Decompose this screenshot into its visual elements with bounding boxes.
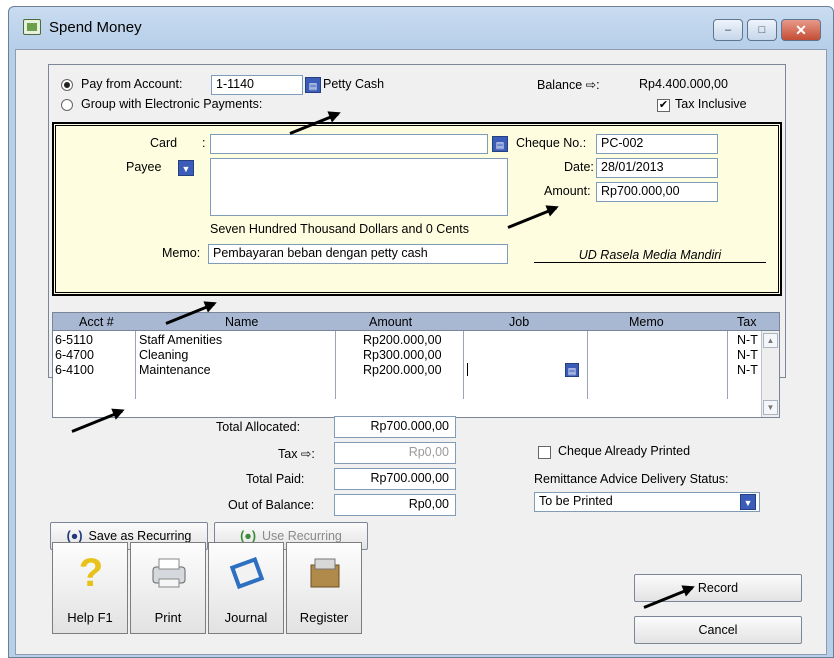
out-of-balance-label: Out of Balance: bbox=[228, 498, 315, 512]
row-tax: N-T bbox=[737, 348, 758, 362]
total-paid-value: Rp700.000,00 bbox=[334, 468, 456, 490]
row-acct: 6-5110 bbox=[55, 333, 93, 347]
total-allocated-label: Total Allocated: bbox=[216, 420, 301, 434]
remittance-dropdown-icon[interactable]: ▼ bbox=[740, 494, 756, 510]
register-icon bbox=[305, 553, 345, 593]
row-acct: 6-4100 bbox=[55, 363, 94, 377]
register-button[interactable]: Register bbox=[286, 542, 362, 634]
help-icon: ? bbox=[78, 551, 104, 595]
col-name: Name bbox=[225, 315, 259, 329]
memo-label: Memo: bbox=[162, 246, 201, 260]
out-of-balance-value: Rp0,00 bbox=[334, 494, 456, 516]
printer-icon bbox=[149, 553, 189, 593]
row-amount: Rp300.000,00 bbox=[363, 348, 442, 362]
total-paid-label: Total Paid: bbox=[246, 472, 305, 486]
row-name: Cleaning bbox=[139, 348, 189, 362]
use-recurring-label: Use Recurring bbox=[262, 529, 342, 543]
cheque-printed-checkbox[interactable] bbox=[538, 446, 551, 459]
row-tax: N-T bbox=[737, 333, 758, 347]
table-row[interactable]: 6-4700 Cleaning Rp300.000,00 N-T bbox=[53, 348, 761, 363]
scroll-up-icon[interactable]: ▲ bbox=[763, 333, 778, 348]
cheque-printed-label: Cheque Already Printed bbox=[558, 444, 691, 458]
company-name: UD Rasela Media Mandiri bbox=[534, 248, 766, 263]
help-label: Help F1 bbox=[67, 610, 113, 625]
card-colon: : bbox=[202, 136, 206, 150]
payee-label: Payee bbox=[126, 160, 162, 174]
cheque-no-field[interactable]: PC-002 bbox=[596, 134, 718, 154]
row-tax: N-T bbox=[737, 363, 758, 377]
use-recurring-icon: (●) bbox=[240, 529, 256, 543]
card-field[interactable] bbox=[210, 134, 488, 154]
close-button[interactable]: ✕ bbox=[781, 19, 821, 41]
account-name: Petty Cash bbox=[323, 77, 385, 91]
payee-field[interactable] bbox=[210, 158, 508, 216]
app-icon bbox=[23, 19, 41, 35]
col-job: Job bbox=[509, 315, 530, 329]
print-button[interactable]: Print bbox=[130, 542, 206, 634]
row-acct: 6-4700 bbox=[55, 348, 94, 362]
print-label: Print bbox=[154, 610, 182, 625]
account-number-field[interactable]: 1-1140 bbox=[211, 75, 303, 95]
journal-label: Journal bbox=[224, 610, 268, 625]
table-row[interactable]: 6-5110 Staff Amenities Rp200.000,00 N-T bbox=[53, 333, 761, 348]
col-amount: Amount bbox=[369, 315, 413, 329]
minimize-button[interactable]: – bbox=[713, 19, 743, 41]
date-field[interactable]: 28/01/2013 bbox=[596, 158, 718, 178]
card-label: Card bbox=[150, 136, 178, 150]
row-amount: Rp200.000,00 bbox=[363, 333, 442, 347]
row-name: Staff Amenities bbox=[139, 333, 223, 347]
maximize-button[interactable]: □ bbox=[747, 19, 777, 41]
table-row[interactable]: 6-4100 Maintenance Rp200.000,00 ▤ N-T bbox=[53, 363, 761, 378]
row-name: Maintenance bbox=[139, 363, 211, 377]
amount-field[interactable]: Rp700.000,00 bbox=[596, 182, 718, 202]
tax-label: Tax ⇨: bbox=[278, 447, 315, 461]
memo-field[interactable]: Pembayaran beban dengan petty cash bbox=[208, 244, 508, 264]
balance-label: Balance ⇨: bbox=[537, 78, 600, 92]
title-bar[interactable]: Spend Money – □ ✕ bbox=[9, 7, 833, 49]
journal-button[interactable]: Journal bbox=[208, 542, 284, 634]
scroll-down-icon[interactable]: ▼ bbox=[763, 400, 778, 415]
cheque-card-area: Card : ▤ Payee ▼ Seven Hundred Thousand … bbox=[52, 122, 782, 296]
pay-from-account-label: Pay from Account: bbox=[81, 77, 183, 91]
table-header: Acct # Name Amount Job Memo Tax bbox=[53, 313, 779, 331]
col-memo: Memo bbox=[629, 315, 664, 329]
row-amount: Rp200.000,00 bbox=[363, 363, 442, 377]
group-electronic-radio[interactable] bbox=[61, 99, 73, 111]
total-allocated-value: Rp700.000,00 bbox=[334, 416, 456, 438]
window-client: Pay from Account: 1-1140 ▤ Petty Cash Gr… bbox=[15, 49, 827, 655]
spend-money-window: Spend Money – □ ✕ Pay from Account: 1-11… bbox=[8, 6, 834, 658]
help-button[interactable]: ? Help F1 bbox=[52, 542, 128, 634]
date-label: Date: bbox=[564, 160, 594, 174]
tax-inclusive-checkbox[interactable]: ✔ bbox=[657, 99, 670, 112]
amount-in-words: Seven Hundred Thousand Dollars and 0 Cen… bbox=[210, 222, 469, 236]
card-list-icon[interactable]: ▤ bbox=[492, 136, 508, 152]
account-list-icon[interactable]: ▤ bbox=[305, 77, 321, 93]
balance-value: Rp4.400.000,00 bbox=[639, 77, 728, 91]
col-acct: Acct # bbox=[79, 315, 114, 329]
col-tax: Tax bbox=[737, 315, 757, 329]
register-label: Register bbox=[299, 610, 349, 625]
pay-from-account-radio[interactable] bbox=[61, 79, 73, 91]
payee-dropdown-icon[interactable]: ▼ bbox=[178, 160, 194, 176]
remittance-select[interactable]: To be Printed bbox=[534, 492, 760, 512]
remittance-label: Remittance Advice Delivery Status: bbox=[534, 472, 729, 486]
table-scrollbar[interactable]: ▲ ▼ bbox=[761, 331, 779, 417]
cheque-no-label: Cheque No.: bbox=[516, 136, 587, 150]
cancel-button[interactable]: Cancel bbox=[634, 616, 802, 644]
window-title: Spend Money bbox=[49, 19, 142, 36]
save-recurring-label: Save as Recurring bbox=[88, 529, 192, 543]
amount-label: Amount: bbox=[544, 184, 591, 198]
tax-inclusive-label: Tax Inclusive bbox=[675, 97, 747, 111]
allocation-table: Acct # Name Amount Job Memo Tax 6-5110 S… bbox=[52, 312, 780, 418]
journal-icon bbox=[227, 553, 267, 593]
text-cursor bbox=[467, 363, 468, 376]
job-list-icon[interactable]: ▤ bbox=[565, 363, 579, 377]
save-recurring-icon: (●) bbox=[66, 529, 83, 543]
group-electronic-label: Group with Electronic Payments: bbox=[81, 97, 263, 111]
record-button[interactable]: Record bbox=[634, 574, 802, 602]
tax-value: Rp0,00 bbox=[334, 442, 456, 464]
